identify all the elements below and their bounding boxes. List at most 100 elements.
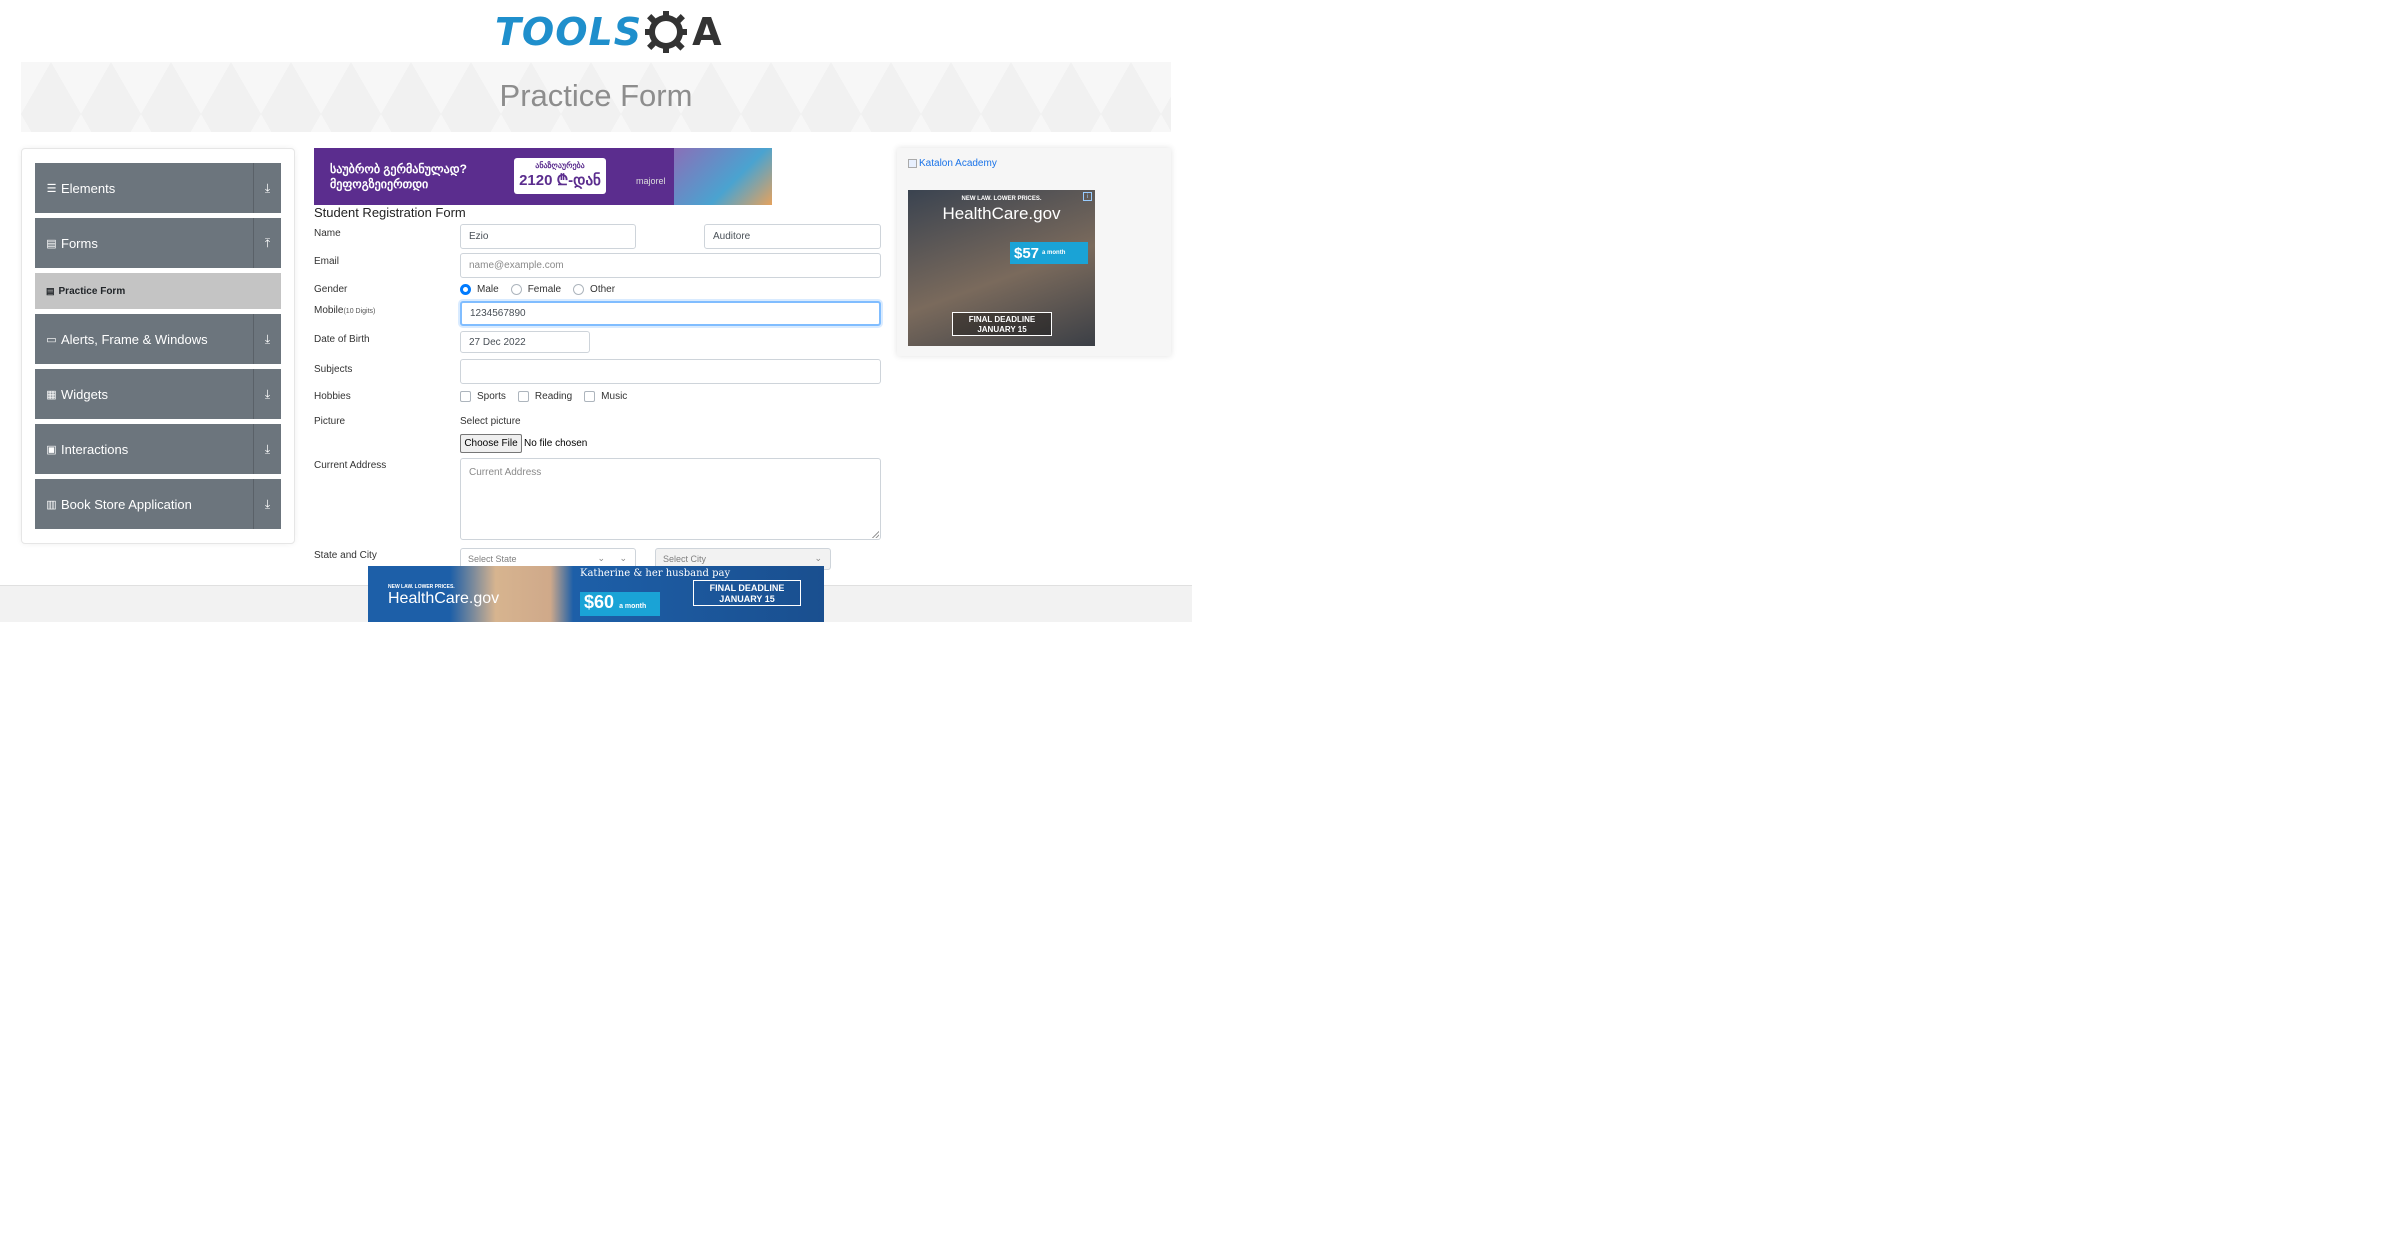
grid-icon: ▦: [46, 388, 57, 401]
checkbox-icon[interactable]: [460, 391, 471, 402]
gender-option-label: Other: [590, 284, 616, 295]
ad-brand: majorel: [636, 176, 666, 186]
sidebar-item-practice-form[interactable]: ▤ Practice Form: [35, 273, 281, 309]
gender-option-label: Female: [527, 284, 562, 295]
hobbies-label: Hobbies: [314, 391, 351, 402]
book-icon: ▥: [46, 498, 57, 511]
radio-checked-icon[interactable]: [460, 284, 471, 295]
sidebar-group-book-store[interactable]: ▥ Book Store Application ⤓: [35, 479, 281, 529]
download-arrow-icon[interactable]: ⤓: [253, 424, 281, 474]
gear-icon: [645, 11, 688, 53]
bottom-ad-price: $60 a month: [580, 592, 660, 616]
current-address-textarea[interactable]: Current Address: [460, 458, 881, 540]
hc-price-value: $57: [1014, 244, 1040, 262]
sidebar-group-widgets[interactable]: ▦ Widgets ⤓: [35, 369, 281, 419]
sidebar-group-label: Elements: [61, 180, 116, 196]
bottom-ad-brand: HealthCare.gov: [388, 590, 500, 607]
picture-label: Picture: [314, 416, 346, 427]
hobby-checkbox-music[interactable]: Music: [584, 391, 627, 402]
download-arrow-icon[interactable]: ⤓: [253, 479, 281, 529]
page-banner: Practice Form: [21, 62, 1171, 132]
header: TOOLS A: [0, 0, 1192, 62]
page-title: Practice Form: [499, 78, 693, 113]
gender-radio-other[interactable]: Other: [573, 284, 615, 295]
subjects-label: Subjects: [314, 364, 353, 375]
state-city-label: State and City: [314, 550, 377, 561]
download-arrow-icon[interactable]: ⤓: [253, 314, 281, 364]
ad-headline: საუბრობ გერმანულად? მეფოგზეიერთდი: [330, 162, 467, 191]
chevron-down-icon[interactable]: ⌄: [619, 553, 627, 564]
list-icon: ☰: [46, 182, 57, 195]
hc-brand: HealthCare.gov: [942, 204, 1061, 223]
hobby-checkbox-reading[interactable]: Reading: [517, 391, 573, 402]
ad-box-line1: ანაზღაურება: [535, 161, 585, 170]
hobby-option-label: Sports: [477, 391, 506, 402]
ad-salary-box: ანაზღაურება 2120 ₾-დან: [514, 158, 606, 194]
dob-label: Date of Birth: [314, 334, 370, 345]
gender-radio-male[interactable]: Male: [460, 284, 499, 295]
email-label: Email: [314, 256, 340, 267]
bottom-ad-price-value: $60: [584, 592, 615, 612]
hc-price: $57 a month: [1010, 242, 1088, 264]
sidebar-group-alerts[interactable]: ▭ Alerts, Frame & Windows ⤓: [35, 314, 281, 364]
toolsqa-logo[interactable]: TOOLS A: [495, 8, 723, 56]
choose-file-button[interactable]: Choose File: [460, 434, 522, 453]
healthcare-ad[interactable]: i NEW LAW. LOWER PRICES. HealthCare.gov …: [908, 190, 1095, 346]
ad-banner-top[interactable]: საუბრობ გერმანულად? მეფოგზეიერთდი ანაზღა…: [314, 148, 772, 205]
radio-icon[interactable]: [573, 284, 585, 295]
sidebar-group-elements[interactable]: ☰ Elements ⤓: [35, 163, 281, 213]
hobby-option-label: Music: [601, 391, 628, 402]
sidebar-group-label: Interactions: [61, 441, 129, 457]
subjects-input[interactable]: [460, 359, 881, 384]
interactions-icon: ▣: [46, 443, 57, 456]
form-title: Student Registration Form: [314, 205, 466, 220]
bottom-ad-deadline: FINAL DEADLINE JANUARY 15: [693, 580, 801, 606]
state-placeholder: Select State: [468, 554, 517, 564]
gender-label: Gender: [314, 284, 348, 295]
gender-radio-female[interactable]: Female: [510, 284, 562, 295]
chevron-down-icon[interactable]: ⌄: [814, 553, 822, 564]
hc-price-suffix: a month: [1042, 250, 1066, 256]
current-address-label: Current Address: [314, 460, 387, 471]
last-name-input[interactable]: Auditore: [704, 224, 881, 249]
sidebar-group-interactions[interactable]: ▣ Interactions ⤓: [35, 424, 281, 474]
download-arrow-icon[interactable]: ⤓: [253, 369, 281, 419]
sidebar-group-forms[interactable]: ▤ Forms ⤒: [35, 218, 281, 268]
hc-kicker: NEW LAW. LOWER PRICES.: [961, 196, 1042, 202]
broken-image-icon: [908, 159, 917, 168]
ad-box-line2: 2120 ₾-დან: [519, 172, 601, 189]
resize-handle-icon[interactable]: [872, 531, 879, 538]
select-picture-label: Select picture: [460, 416, 521, 427]
katalon-academy-link[interactable]: Katalon Academy: [908, 158, 997, 169]
mobile-hint: (10 Digits): [343, 308, 376, 315]
hobby-checkbox-sports[interactable]: Sports: [460, 391, 506, 402]
upload-arrow-icon[interactable]: ⤒: [253, 218, 281, 268]
name-label: Name: [314, 228, 341, 239]
checkbox-icon[interactable]: [584, 391, 596, 402]
date-of-birth-input[interactable]: 27 Dec 2022: [460, 331, 590, 353]
no-file-text: No file chosen: [524, 438, 588, 449]
hobbies-checkbox-group: Sports Reading Music: [460, 391, 639, 402]
bottom-ad-tagline: Katherine & her husband pay: [580, 568, 731, 579]
email-field[interactable]: name@example.com: [460, 253, 881, 278]
sidebar-group-label: Widgets: [61, 386, 108, 402]
gender-option-label: Male: [477, 284, 499, 295]
city-placeholder: Select City: [663, 554, 707, 564]
address-placeholder: Current Address: [469, 467, 542, 478]
download-arrow-icon[interactable]: ⤓: [253, 163, 281, 213]
first-name-input[interactable]: Ezio: [460, 224, 636, 249]
sidebar-item-label: Practice Form: [58, 285, 126, 297]
bottom-ad-banner[interactable]: NEW LAW. LOWER PRICES. HealthCare.gov Ka…: [368, 566, 824, 622]
gender-radio-group: Male Female Other: [460, 284, 627, 295]
mobile-input[interactable]: 1234567890: [460, 301, 881, 326]
chevron-down-icon[interactable]: ⌄: [597, 553, 605, 564]
document-icon: ▤: [46, 237, 57, 250]
radio-icon[interactable]: [510, 284, 522, 295]
logo-text-tools: TOOLS: [495, 10, 643, 54]
hc-deadline: FINAL DEADLINE JANUARY 15: [952, 312, 1052, 336]
sidebar: ☰ Elements ⤓ ▤ Forms ⤒ ▤ Practice Form ▭…: [21, 148, 295, 544]
window-icon: ▭: [46, 333, 57, 346]
mobile-label-text: Mobile: [314, 305, 344, 316]
hobby-option-label: Reading: [534, 391, 573, 402]
checkbox-icon[interactable]: [517, 391, 529, 402]
